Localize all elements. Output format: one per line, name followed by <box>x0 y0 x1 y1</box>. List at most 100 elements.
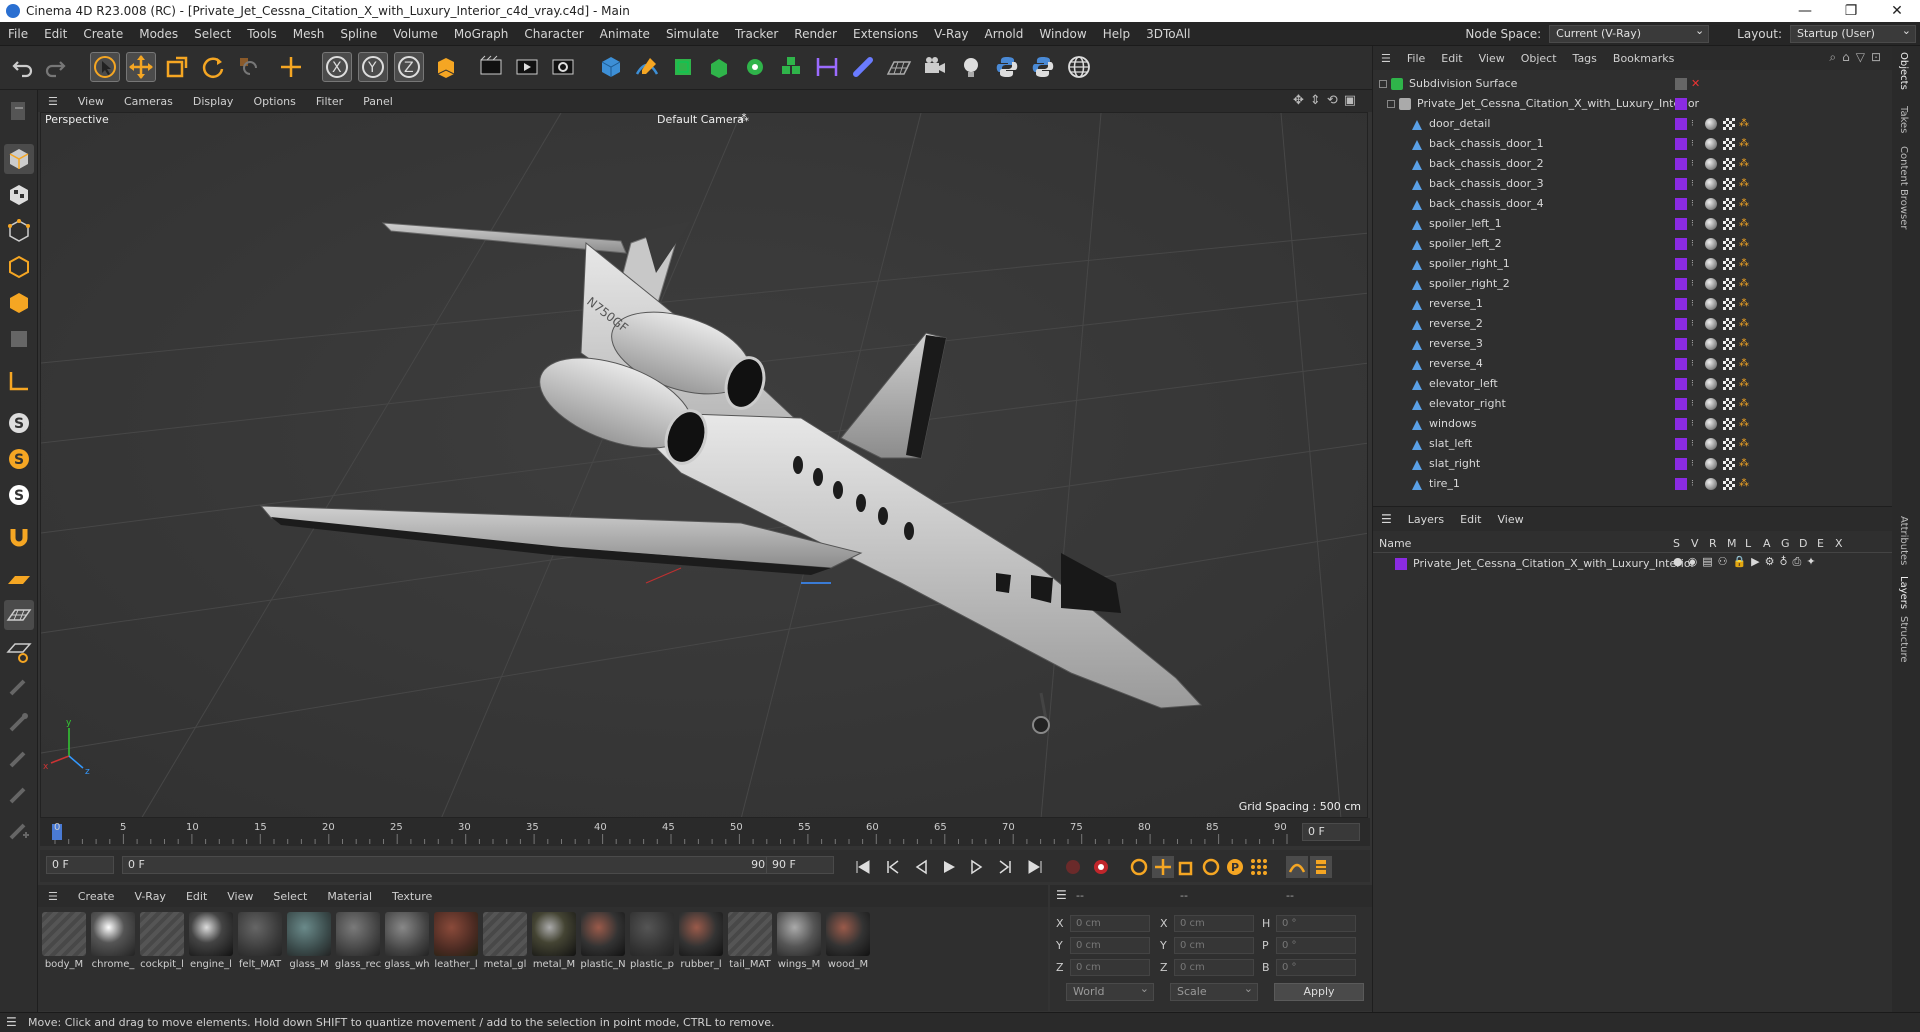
mograph-cloner-icon[interactable] <box>776 52 806 82</box>
mat-menu-select[interactable]: Select <box>263 890 317 903</box>
active-camera-label[interactable]: Default Camera <box>657 113 744 126</box>
menu-simulate[interactable]: Simulate <box>658 22 727 46</box>
object-row-spoiler-left-1[interactable]: spoiler_left_1 ⁝ ⁂ <box>1373 214 1878 234</box>
visibility-dots-icon[interactable]: ⁝ <box>1691 234 1694 254</box>
material-swatch[interactable]: wood_M <box>824 912 872 970</box>
menu-tracker[interactable]: Tracker <box>727 22 786 46</box>
object-row-back-chassis-door-2[interactable]: back_chassis_door_2 ⁝ ⁂ <box>1373 154 1878 174</box>
close-icon[interactable]: ✕ <box>1874 0 1920 22</box>
layer-color-icon[interactable] <box>1675 418 1687 430</box>
size-y-field[interactable]: 0 cm <box>1174 937 1254 954</box>
locked-workplane-icon[interactable] <box>4 636 34 666</box>
object-search-filter-icons[interactable]: ⌕⌂▽⊡ <box>1829 50 1887 65</box>
layer-panel-menu-icon[interactable]: ☰ <box>1373 512 1400 526</box>
selection-tag-icon[interactable]: ⁂ <box>1739 394 1749 414</box>
material-swatch[interactable]: cockpit_l <box>138 912 186 970</box>
uvw-tag-icon[interactable] <box>1723 258 1735 270</box>
redo-icon[interactable] <box>40 52 70 82</box>
3d-viewport[interactable]: N750GF y z x Perspective Default Camera … <box>40 112 1368 818</box>
selection-tag-icon[interactable]: ⁂ <box>1739 474 1749 494</box>
obj-menu-view[interactable]: View <box>1471 52 1513 65</box>
render-picture-viewer-icon[interactable] <box>512 52 542 82</box>
coordinate-mode-select[interactable]: World <box>1066 981 1154 1001</box>
current-frame-field[interactable]: 0 F <box>1302 823 1360 841</box>
edge-mode-icon[interactable] <box>4 252 34 282</box>
selection-tag-icon[interactable]: ⁂ <box>1739 334 1749 354</box>
scale-tool-icon[interactable] <box>162 52 192 82</box>
layer-color-icon[interactable] <box>1675 218 1687 230</box>
menu-character[interactable]: Character <box>516 22 591 46</box>
make-editable-icon[interactable] <box>4 96 34 126</box>
uvw-tag-icon[interactable] <box>1723 458 1735 470</box>
rot-h-field[interactable]: 0 ° <box>1276 915 1356 932</box>
material-swatch[interactable]: felt_MAT <box>236 912 284 970</box>
layer-color-swatch[interactable] <box>1395 558 1407 570</box>
rot-p-field[interactable]: 0 ° <box>1276 937 1356 954</box>
material-swatch[interactable]: leather_l <box>432 912 480 970</box>
keyframe-selection-icon[interactable] <box>1128 856 1150 878</box>
visibility-dots-icon[interactable]: ⁝ <box>1691 474 1694 494</box>
menu-select[interactable]: Select <box>186 22 239 46</box>
material-tag-icon[interactable] <box>1705 118 1717 130</box>
sculpt-icon[interactable] <box>4 708 34 738</box>
viewport-menu-cameras[interactable]: Cameras <box>114 95 183 108</box>
menu-render[interactable]: Render <box>786 22 845 46</box>
render-settings-icon[interactable] <box>548 52 578 82</box>
layer-color-icon[interactable] <box>1675 138 1687 150</box>
extrude-icon[interactable] <box>704 52 734 82</box>
uvw-tag-icon[interactable] <box>1723 318 1735 330</box>
uvw-tag-icon[interactable] <box>1723 438 1735 450</box>
menu-mograph[interactable]: MoGraph <box>446 22 517 46</box>
next-key-icon[interactable] <box>994 856 1016 878</box>
layer-color-icon[interactable] <box>1675 258 1687 270</box>
object-row-tire-1[interactable]: tire_1 ⁝ ⁂ <box>1373 474 1878 494</box>
paint-tool-icon[interactable] <box>4 672 34 702</box>
recent-tools-icon[interactable] <box>234 52 264 82</box>
pos-z-field[interactable]: 0 cm <box>1070 959 1150 976</box>
uvw-tag-icon[interactable] <box>1723 398 1735 410</box>
object-row-spoiler-right-1[interactable]: spoiler_right_1 ⁝ ⁂ <box>1373 254 1878 274</box>
rot-b-field[interactable]: 0 ° <box>1276 959 1356 976</box>
menu-arnold[interactable]: Arnold <box>977 22 1032 46</box>
selection-tag-icon[interactable]: ⁂ <box>1739 314 1749 334</box>
z-axis-lock-icon[interactable]: Z <box>394 52 424 82</box>
material-tag-icon[interactable] <box>1705 138 1717 150</box>
previous-key-icon[interactable] <box>882 856 904 878</box>
field-icon[interactable] <box>848 52 878 82</box>
magnet-icon[interactable] <box>4 522 34 552</box>
record-keys-icon[interactable] <box>1062 856 1084 878</box>
visibility-dots-icon[interactable]: ⁝ <box>1691 394 1694 414</box>
mat-menu-texture[interactable]: Texture <box>382 890 442 903</box>
material-tag-icon[interactable] <box>1705 438 1717 450</box>
uvw-tag-icon[interactable] <box>1723 198 1735 210</box>
visibility-dots-icon[interactable]: ⁝ <box>1691 274 1694 294</box>
texture-mode-icon[interactable] <box>4 180 34 210</box>
visibility-dots-icon[interactable]: ⁝ <box>1691 434 1694 454</box>
object-row-slat-right[interactable]: slat_right ⁝ ⁂ <box>1373 454 1878 474</box>
material-swatch[interactable]: rubber_l <box>677 912 725 970</box>
object-row-reverse-4[interactable]: reverse_4 ⁝ ⁂ <box>1373 354 1878 374</box>
viewport-panel-menu-icon[interactable]: ☰ <box>38 95 68 108</box>
render-view-icon[interactable] <box>476 52 506 82</box>
visibility-dots-icon[interactable]: ⁝ <box>1691 174 1694 194</box>
uvw-tag-icon[interactable] <box>1723 238 1735 250</box>
object-row-subdivision[interactable]: Subdivision Surface ✕ <box>1373 74 1878 94</box>
selection-tag-icon[interactable]: ⁂ <box>1739 234 1749 254</box>
uvw-tag-icon[interactable] <box>1723 358 1735 370</box>
python-icon[interactable] <box>992 52 1022 82</box>
uv-mode-icon[interactable] <box>4 324 34 354</box>
cube-object-icon[interactable] <box>596 52 626 82</box>
layer-row[interactable]: Private_Jet_Cessna_Citation_X_with_Luxur… <box>1373 555 1878 573</box>
menu-extensions[interactable]: Extensions <box>845 22 926 46</box>
object-row-back-chassis-door-1[interactable]: back_chassis_door_1 ⁝ ⁂ <box>1373 134 1878 154</box>
pos-y-field[interactable]: 0 cm <box>1070 937 1150 954</box>
polygon-mode-icon[interactable] <box>4 288 34 318</box>
camera-icon[interactable] <box>920 52 950 82</box>
object-row-back-chassis-door-3[interactable]: back_chassis_door_3 ⁝ ⁂ <box>1373 174 1878 194</box>
y-axis-lock-icon[interactable]: Y <box>358 52 388 82</box>
layout-select[interactable]: Startup (User) <box>1790 23 1916 43</box>
viewport-menu-panel[interactable]: Panel <box>353 95 403 108</box>
tab-attributes[interactable]: Attributes <box>1898 516 1909 565</box>
layer-menu-edit[interactable]: Edit <box>1452 513 1489 526</box>
menu-mesh[interactable]: Mesh <box>285 22 333 46</box>
